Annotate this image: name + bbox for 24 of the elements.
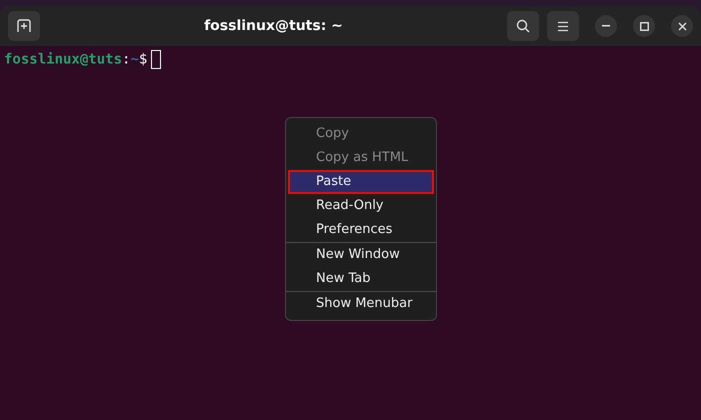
window-title: fosslinux@tuts: ~	[203, 18, 344, 34]
minimize-icon	[602, 25, 610, 27]
search-icon	[516, 19, 530, 33]
maximize-icon	[640, 22, 648, 30]
menu-item[interactable]: Read-Only	[288, 194, 434, 218]
prompt-user-host: fosslinux@tuts	[4, 51, 122, 68]
menu-item[interactable]: Paste	[288, 170, 434, 194]
maximize-button[interactable]	[633, 15, 655, 37]
prompt-symbol: $	[138, 51, 148, 68]
close-icon	[678, 22, 686, 30]
menu-item[interactable]: New Window	[288, 243, 434, 267]
cursor	[151, 50, 162, 69]
prompt-path: ~	[130, 51, 139, 68]
close-button[interactable]	[671, 15, 693, 37]
new-tab-icon	[17, 19, 31, 33]
menu-button[interactable]	[547, 11, 579, 41]
menu-item[interactable]: Show Menubar	[288, 292, 434, 316]
menu-icon	[557, 20, 569, 32]
search-button[interactable]	[507, 11, 539, 41]
prompt-separator: :	[122, 51, 130, 68]
menu-item[interactable]: New Tab	[288, 267, 434, 291]
minimize-button[interactable]	[595, 15, 617, 37]
menu-item[interactable]: Preferences	[288, 218, 434, 242]
new-tab-button[interactable]	[8, 11, 40, 41]
